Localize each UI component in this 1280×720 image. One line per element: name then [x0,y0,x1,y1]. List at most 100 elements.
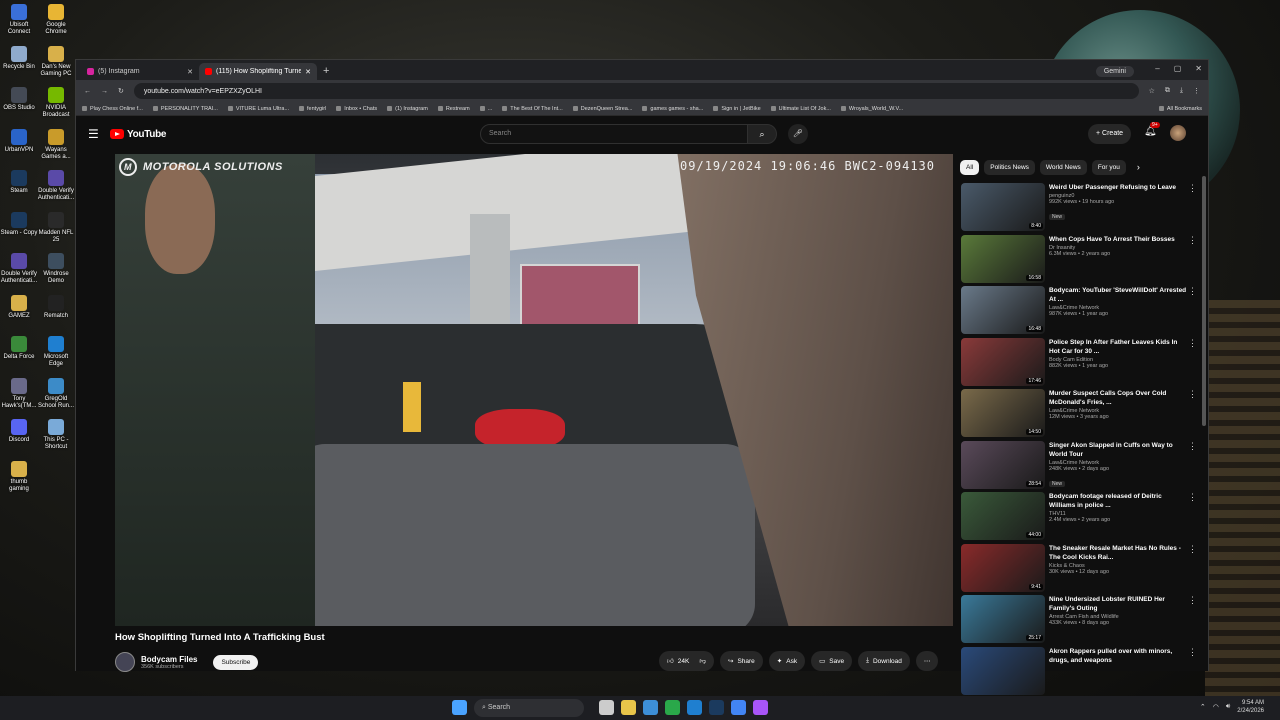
bookmark-item[interactable]: The Best Of The Int... [502,106,563,112]
video-thumbnail[interactable]: 16:58 [961,234,1045,283]
list-item[interactable]: 16:48 Bodycam: YouTuber 'SteveWillDoIt' A… [961,286,1201,338]
desktop-icon[interactable]: Windrose Demo [37,253,75,285]
voice-search-button[interactable]: 🎤︎ [788,124,808,144]
desktop-icon[interactable]: Double Verify Authenticati... [37,170,75,202]
scrollbar[interactable] [1202,176,1206,426]
desktop-icon[interactable]: Google Chrome [37,4,75,36]
list-item[interactable]: 25:17 Nine Undersized Lobster RUINED Her … [961,595,1201,647]
taskbar-search[interactable]: ⌕ Search [474,699,584,717]
taskbar-app-icon[interactable] [665,700,680,715]
taskbar-app-icon[interactable] [687,700,702,715]
desktop-icon[interactable]: Steam - Copy [0,211,38,237]
more-options-icon[interactable]: ⋮ [1188,492,1197,503]
video-thumbnail[interactable]: 16:48 [961,286,1045,334]
close-window-icon[interactable]: ✕ [1195,64,1202,73]
bookmark-item[interactable]: games games - sha... [642,106,703,112]
list-item[interactable]: 17:46 Police Step In After Father Leaves … [961,337,1201,390]
more-options-icon[interactable]: ⋮ [1188,441,1197,452]
bookmark-item[interactable]: Inbox • Chats [336,106,377,112]
volume-icon[interactable]: 🔊︎ [1226,703,1230,711]
bookmark-item[interactable]: VITURE Luma Ultra... [227,106,289,112]
video-title-link[interactable]: Singer Akon Slapped in Cuffs on Way to W… [1049,441,1187,459]
create-button[interactable]: + Create [1088,124,1132,144]
video-title-link[interactable]: Bodycam footage released of Deitric Will… [1049,492,1187,510]
chevron-up-icon[interactable]: ⌃ [1200,703,1206,711]
more-options-icon[interactable]: ⋮ [1188,286,1197,297]
filter-chip[interactable]: World News [1039,160,1087,175]
taskbar-app-icon[interactable] [709,700,724,715]
wifi-icon[interactable]: ◠ [1213,703,1219,711]
desktop-icon[interactable]: GAMEZ [0,294,38,320]
filter-chip[interactable]: All [960,160,980,175]
bookmark-item[interactable]: All Bookmarks [1158,106,1202,112]
video-title-link[interactable]: Police Step In After Father Leaves Kids … [1049,338,1187,356]
download-button[interactable]: ⤓ Download [858,651,910,671]
desktop-icon[interactable]: Ubisoft Connect [0,4,38,36]
video-thumbnail[interactable]: 8:40 [961,183,1045,231]
desktop-icon[interactable]: Madden NFL 25 [37,211,75,244]
desktop-icon[interactable]: GregOld School Run... [37,377,75,410]
ask-button[interactable]: ✦ Ask [768,651,806,671]
video-title-link[interactable]: Bodycam: YouTuber 'SteveWillDoIt' Arrest… [1049,286,1187,304]
list-item[interactable]: 44:00 Bodycam footage released of Deitric… [961,492,1201,544]
more-options-icon[interactable]: ⋮ [1188,235,1197,246]
share-button[interactable]: ↪ Share [719,651,763,671]
list-item[interactable]: 14:50 Murder Suspect Calls Cops Over Cold… [961,389,1201,441]
desktop-icon[interactable]: NVIDIA Broadcast [37,87,75,119]
search-input[interactable]: Search [480,124,748,144]
new-tab-button[interactable]: + [317,65,335,80]
bookmark-item[interactable]: PERSONALITY TRAI... [152,106,218,112]
like-button[interactable]: 👍︎ 24K 👎︎ [659,651,714,671]
save-button[interactable]: ▭ Save [811,651,853,671]
video-title-link[interactable]: Akron Rappers pulled over with minors, d… [1049,647,1187,665]
forward-icon[interactable]: → [101,88,108,95]
more-options-icon[interactable]: ⋮ [1188,183,1197,194]
bookmark-item[interactable]: Play Chess Online f... [82,106,143,112]
download-icon[interactable]: ⤓ [1180,87,1183,95]
video-title-link[interactable]: When Cops Have To Arrest Their Bosses [1049,235,1187,244]
youtube-logo[interactable]: YouTube [110,129,167,140]
list-item[interactable]: 16:58 When Cops Have To Arrest Their Boss… [961,234,1201,287]
desktop-icon[interactable]: Wayans Games a... [37,128,75,161]
channel-avatar[interactable] [115,652,135,672]
list-item[interactable]: 8:40 Weird Uber Passenger Refusing to Lea… [961,183,1201,235]
bookmark-item[interactable]: Wroyals_World_W.V... [840,106,903,112]
windows-start-icon[interactable] [452,700,467,715]
filter-chip[interactable]: Politics News [984,160,1035,175]
video-thumbnail[interactable]: 25:17 [961,595,1045,643]
desktop-icon[interactable]: Double Verify Authenticati... [0,253,38,285]
bookmark-item[interactable]: Restream [437,106,470,112]
taskbar-app-icon[interactable] [621,700,636,715]
close-icon[interactable]: ✕ [305,68,311,76]
taskbar-app-icon[interactable] [731,700,746,715]
minimize-icon[interactable]: – [1155,64,1159,73]
video-title-link[interactable]: The Sneaker Resale Market Has No Rules -… [1049,544,1187,562]
thumbs-down-icon[interactable]: 👎︎ [699,657,706,665]
desktop-icon[interactable]: Discord [0,419,38,444]
bookmark-item[interactable]: fentygirl [299,106,326,112]
back-icon[interactable]: ← [84,88,91,95]
menu-icon[interactable]: ⋮ [1193,87,1200,95]
video-thumbnail[interactable]: 9:41 [961,543,1045,592]
desktop-icon[interactable]: Rematch [37,294,75,320]
bookmark-item[interactable]: (1) Instagram [387,106,428,112]
taskbar-app-icon[interactable] [643,700,658,715]
star-icon[interactable]: ☆ [1149,87,1155,95]
avatar[interactable] [1170,125,1186,141]
tab-youtube[interactable]: (115) How Shoplifting Turne... ✕ [199,63,317,80]
video-thumbnail[interactable] [961,646,1045,695]
close-icon[interactable]: ✕ [187,68,193,76]
maximize-icon[interactable]: ▢ [1174,64,1182,73]
desktop-icon[interactable]: OBS Studio [0,87,38,112]
chevron-right-icon[interactable]: › [1131,160,1146,175]
notifications-button[interactable]: 🔔︎ 9+ [1144,122,1160,137]
desktop-icon[interactable]: UrbanVPN [0,128,38,154]
more-options-icon[interactable]: ⋮ [1188,647,1197,658]
channel-name[interactable]: Bodycam Files [141,655,197,664]
desktop-icon[interactable]: Delta Force [0,336,38,361]
more-options-icon[interactable]: ⋮ [1188,595,1197,606]
extensions-icon[interactable]: ⧉ [1165,87,1170,95]
reload-icon[interactable]: ↻ [118,87,124,95]
desktop-icon[interactable]: Recycle Bin [0,45,38,71]
list-item[interactable]: 9:41 The Sneaker Resale Market Has No Rul… [961,543,1201,596]
